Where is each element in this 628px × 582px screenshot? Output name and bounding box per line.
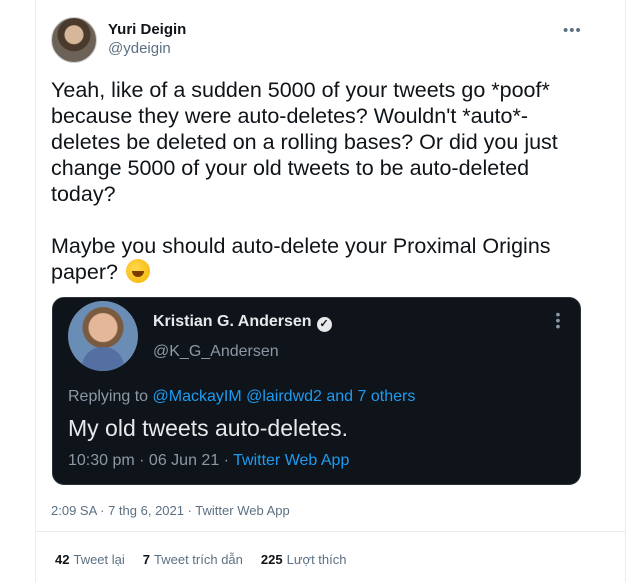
tweet-stats: 42 Tweet lại 7 Tweet trích dẫn 225 Lượt thí… bbox=[55, 552, 346, 567]
retweets-label: Tweet lại bbox=[73, 552, 125, 567]
quoted-tweet-text: My old tweets auto-deletes. bbox=[68, 415, 348, 441]
verified-badge-icon: ✓ bbox=[316, 317, 332, 332]
author-handle[interactable]: @ydeigin bbox=[108, 40, 171, 57]
likes-label: Lượt thích bbox=[286, 552, 347, 567]
quotes-count: 7 bbox=[142, 552, 151, 567]
retweets-stat[interactable]: 42 Tweet lại bbox=[55, 552, 125, 567]
quoted-tweet-time: 10:30 pm · 06 Jun 21 · bbox=[68, 452, 234, 469]
quoted-author-name-row[interactable]: Kristian G. Andersen ✓ bbox=[153, 313, 332, 332]
more-vertical-icon[interactable]: • • • bbox=[554, 307, 562, 333]
replying-to-links[interactable]: @MackayIM @lairdwd2 and 7 others bbox=[153, 388, 416, 405]
quoted-tweet-card[interactable]: Kristian G. Andersen ✓ @K_G_Andersen • • • … bbox=[52, 297, 581, 485]
tweet-text: Yeah, like of a sudden 5000 of your twee… bbox=[51, 77, 571, 285]
author-name[interactable]: Yuri Deigin bbox=[108, 21, 186, 38]
author-avatar[interactable] bbox=[51, 17, 97, 63]
replying-to-line: Replying to @MackayIM @lairdwd2 and 7 ot… bbox=[68, 388, 415, 406]
more-horizontal-icon[interactable]: ••• bbox=[563, 22, 583, 39]
quoted-tweet-meta: 10:30 pm · 06 Jun 21 · Twitter Web App bbox=[68, 452, 349, 470]
tweet-timestamp[interactable]: 2:09 SA · 7 thg 6, 2021 · Twitter Web Ap… bbox=[51, 503, 290, 518]
quoted-author-handle[interactable]: @K_G_Andersen bbox=[153, 343, 279, 361]
retweets-count: 42 bbox=[55, 552, 70, 567]
likes-stat[interactable]: 225 Lượt thích bbox=[261, 552, 347, 567]
divider bbox=[36, 531, 625, 532]
replying-prefix: Replying to bbox=[68, 388, 149, 405]
quoted-tweet-source[interactable]: Twitter Web App bbox=[233, 452, 349, 469]
rolling-on-floor-laughing-icon bbox=[125, 259, 150, 283]
quotes-label: Tweet trích dẫn bbox=[154, 552, 243, 567]
likes-count: 225 bbox=[260, 552, 283, 567]
quoted-author-avatar[interactable] bbox=[68, 301, 138, 371]
tweet-text-content: Yeah, like of a sudden 5000 of your twee… bbox=[51, 78, 558, 284]
quoted-author-name[interactable]: Kristian G. Andersen bbox=[153, 313, 312, 330]
quotes-stat[interactable]: 7 Tweet trích dẫn bbox=[143, 552, 243, 567]
